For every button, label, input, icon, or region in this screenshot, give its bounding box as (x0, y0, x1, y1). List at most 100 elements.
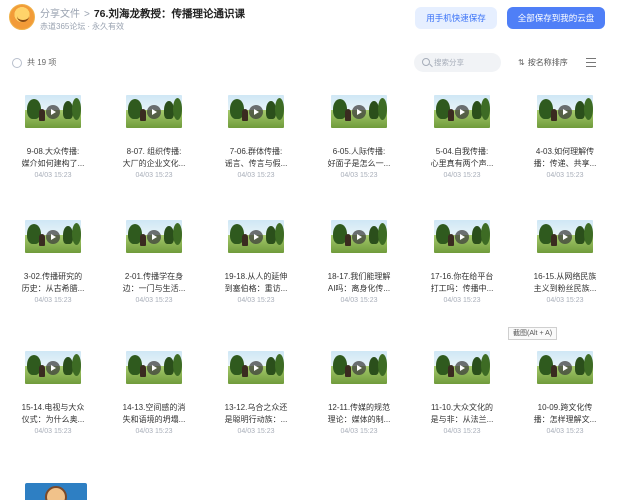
file-name-line-1: 18-17.我们能理解 (327, 272, 391, 281)
select-all-checkbox[interactable] (12, 58, 22, 68)
breadcrumb-root[interactable]: 分享文件 (40, 9, 80, 20)
file-item[interactable]: 12-11.传媒的规范 理论：媒体的制... 04/03 15:23 (311, 351, 407, 461)
play-icon[interactable] (558, 230, 572, 244)
file-name[interactable]: 14-13.空间感的消 失和语境的坍塌... (106, 402, 202, 426)
file-item[interactable]: 11-10.大众文化的 是与非：从法兰... 04/03 15:23 (414, 351, 510, 461)
file-name[interactable]: 3-02.传播研究的 历史：从古希腊... (5, 271, 101, 295)
video-thumbnail[interactable] (25, 351, 81, 384)
video-thumbnail[interactable] (25, 95, 81, 128)
file-name[interactable]: 9-08.大众传播: 媒介如何建构了... (5, 146, 101, 170)
play-icon[interactable] (46, 230, 60, 244)
file-name[interactable]: 18-17.我们能理解 AI吗：离身化传... (311, 271, 407, 295)
play-icon[interactable] (352, 361, 366, 375)
file-item[interactable]: 6-05.人际传播: 好面子是怎么一... 04/03 15:23 (311, 95, 407, 205)
play-icon[interactable] (455, 230, 469, 244)
share-validity: 永久有效 (92, 22, 125, 31)
file-name-line-1: 14-13.空间感的消 (122, 403, 186, 412)
video-thumbnail[interactable] (537, 351, 593, 384)
file-item[interactable]: 10-09.跨文化传 播：怎样理解文... 04/03 15:23 (517, 351, 613, 461)
file-date: 04/03 15:23 (546, 297, 584, 304)
video-thumbnail[interactable] (126, 351, 182, 384)
play-icon[interactable] (249, 105, 263, 119)
page-title: 76.刘海龙教授：传播理论通识课 (93, 8, 245, 20)
file-item[interactable]: 15-14.电视与大众 仪式：为什么奥... 04/03 15:23 (5, 351, 101, 461)
video-thumbnail[interactable] (228, 351, 284, 384)
video-thumbnail[interactable] (228, 220, 284, 253)
play-icon[interactable] (455, 361, 469, 375)
file-item[interactable]: 14-13.空间感的消 失和语境的坍塌... 04/03 15:23 (106, 351, 202, 461)
file-item[interactable]: 17-16.你在给平台 打工吗：传播中... 04/03 15:23 (414, 220, 510, 330)
video-thumbnail[interactable] (331, 95, 387, 128)
play-icon[interactable] (147, 105, 161, 119)
search-input[interactable] (434, 56, 496, 69)
file-name[interactable]: 6-05.人际传播: 好面子是怎么一... (311, 146, 407, 170)
play-icon[interactable] (46, 361, 60, 375)
play-icon[interactable] (249, 361, 263, 375)
file-name-line-2: 主义到粉丝民族... (533, 284, 597, 293)
file-item[interactable]: 2-01.传播学在身 边：一门与生活... 04/03 15:23 (106, 220, 202, 330)
play-icon[interactable] (249, 230, 263, 244)
avatar (9, 4, 35, 30)
screenshot-tooltip: 截图(Alt + A) (508, 327, 558, 340)
breadcrumb-separator: > (84, 9, 90, 20)
play-icon[interactable] (558, 105, 572, 119)
video-thumbnail[interactable] (537, 220, 593, 253)
play-icon[interactable] (558, 361, 572, 375)
file-name-line-2: AI吗：离身化传... (327, 284, 391, 293)
video-thumbnail[interactable] (126, 95, 182, 128)
file-date: 04/03 15:23 (237, 297, 275, 304)
video-thumbnail[interactable] (434, 95, 490, 128)
file-name[interactable]: 5-04.自我传播: 心里真有两个声... (414, 146, 510, 170)
breadcrumb: 分享文件 >76.刘海龙教授：传播理论通识课 (40, 5, 245, 21)
save-by-mobile-button[interactable]: 用手机快速保存 (415, 7, 497, 29)
file-item[interactable]: 16-15.从网络民族 主义到粉丝民族... 04/03 15:23 (517, 220, 613, 330)
file-date: 04/03 15:23 (443, 297, 481, 304)
file-name[interactable]: 19-18.从人的延伸 到塞伯格：重访... (208, 271, 304, 295)
video-thumbnail[interactable] (537, 95, 593, 128)
play-icon[interactable] (352, 105, 366, 119)
file-name-line-2: 边：一门与生活... (122, 284, 186, 293)
file-item[interactable]: 3-02.传播研究的 历史：从古希腊... 04/03 15:23 (5, 220, 101, 330)
file-item[interactable]: 4-03.如何理解传 播：传递、共享... 04/03 15:23 (517, 95, 613, 205)
file-item[interactable]: 13-12.乌合之众还 是聪明行动族：... 04/03 15:23 (208, 351, 304, 461)
file-name[interactable]: 7-06.群体传播: 谣言、传言与假... (208, 146, 304, 170)
file-name[interactable]: 2-01.传播学在身 边：一门与生活... (106, 271, 202, 295)
video-thumbnail[interactable] (331, 351, 387, 384)
list-view-menu-icon[interactable] (586, 58, 596, 67)
file-name[interactable]: 12-11.传媒的规范 理论：媒体的制... (311, 402, 407, 426)
file-name[interactable]: 11-10.大众文化的 是与非：从法兰... (414, 402, 510, 426)
file-name-line-2: 打工吗：传播中... (430, 284, 494, 293)
file-name[interactable]: 15-14.电视与大众 仪式：为什么奥... (5, 402, 101, 426)
file-item[interactable]: 5-04.自我传播: 心里真有两个声... 04/03 15:23 (414, 95, 510, 205)
file-name[interactable]: 17-16.你在给平台 打工吗：传播中... (414, 271, 510, 295)
file-name[interactable]: 10-09.跨文化传 播：怎样理解文... (517, 402, 613, 426)
play-icon[interactable] (147, 230, 161, 244)
file-item[interactable]: 8-07. 组织传播: 大厂的企业文化... 04/03 15:23 (106, 95, 202, 205)
file-name[interactable]: 13-12.乌合之众还 是聪明行动族：... (208, 402, 304, 426)
file-name[interactable]: 4-03.如何理解传 播：传递、共享... (517, 146, 613, 170)
file-item[interactable]: 7-06.群体传播: 谣言、传言与假... 04/03 15:23 (208, 95, 304, 205)
info-separator: · (87, 22, 91, 31)
video-thumbnail[interactable] (126, 220, 182, 253)
sort-label: 按名称排序 (527, 58, 568, 67)
video-thumbnail[interactable] (331, 220, 387, 253)
play-icon[interactable] (455, 105, 469, 119)
video-thumbnail[interactable] (228, 95, 284, 128)
file-item[interactable]: 19-18.从人的延伸 到塞伯格：重访... 04/03 15:23 (208, 220, 304, 330)
file-item[interactable]: 18-17.我们能理解 AI吗：离身化传... 04/03 15:23 (311, 220, 407, 330)
play-icon[interactable] (46, 105, 60, 119)
video-thumbnail[interactable] (434, 220, 490, 253)
file-thumbnail-partial[interactable] (25, 483, 87, 500)
search-box[interactable] (414, 53, 501, 72)
sort-button[interactable]: ⇅ 按名称排序 (518, 57, 568, 68)
save-all-to-cloud-button[interactable]: 全部保存到我的云盘 (507, 7, 605, 29)
file-item[interactable]: 9-08.大众传播: 媒介如何建构了... 04/03 15:23 (5, 95, 101, 205)
play-icon[interactable] (147, 361, 161, 375)
video-thumbnail[interactable] (25, 220, 81, 253)
file-name[interactable]: 16-15.从网络民族 主义到粉丝民族... (517, 271, 613, 295)
video-thumbnail[interactable] (434, 351, 490, 384)
play-icon[interactable] (352, 230, 366, 244)
file-date: 04/03 15:23 (340, 297, 378, 304)
file-name-line-1: 6-05.人际传播: (332, 147, 386, 156)
file-name[interactable]: 8-07. 组织传播: 大厂的企业文化... (106, 146, 202, 170)
